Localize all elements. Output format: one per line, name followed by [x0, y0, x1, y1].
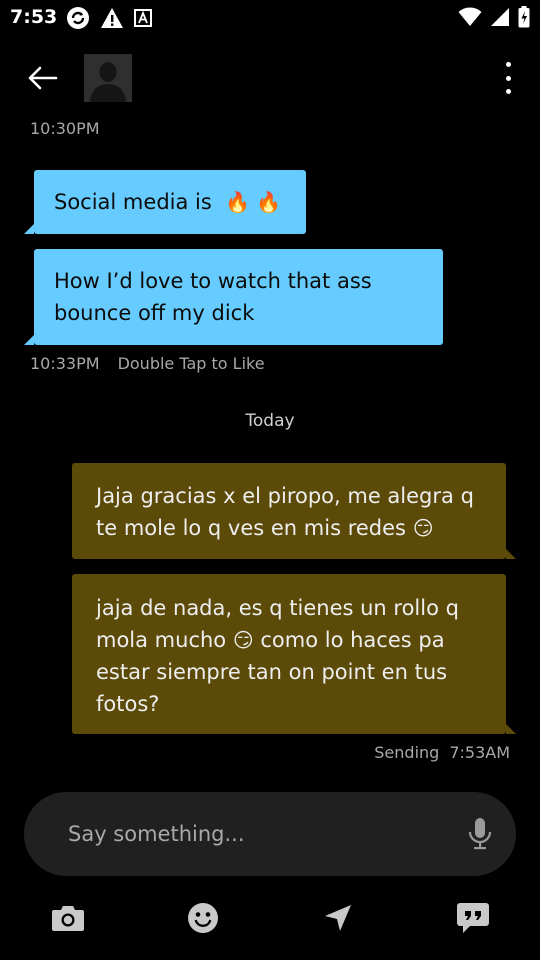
voice-message-button[interactable]: [466, 816, 494, 852]
outgoing-meta: Sending 7:53AM: [374, 743, 510, 762]
status-icons-left: [66, 6, 152, 30]
emoji-icon: [188, 903, 218, 933]
overflow-menu-button[interactable]: [498, 62, 518, 94]
message-text: How I’d love to watch that ass bounce of…: [54, 269, 372, 325]
message-timestamp: 10:33PM: [30, 354, 100, 373]
menu-dot: [505, 89, 511, 94]
back-button[interactable]: [24, 60, 60, 96]
saved-phrases-icon: [457, 903, 489, 933]
back-arrow-icon: [28, 66, 58, 90]
emoji-button[interactable]: [185, 900, 221, 936]
message-timestamp: 10:30PM: [30, 119, 100, 138]
menu-dot: [505, 62, 511, 67]
menu-dot: [505, 75, 511, 81]
message-composer: [24, 792, 516, 876]
double-tap-hint: Double Tap to Like: [117, 354, 265, 373]
camera-button[interactable]: [50, 900, 86, 936]
app-notification-icon: [134, 9, 152, 27]
incoming-meta: 10:33PM Double Tap to Like: [30, 354, 265, 373]
battery-icon: [518, 6, 530, 28]
status-icons-right: [458, 6, 530, 28]
outgoing-message[interactable]: Jaja gracias x el piropo, me alegra q te…: [72, 463, 516, 559]
send-location-icon: [325, 905, 351, 931]
status-time: 7:53: [10, 6, 58, 28]
sync-icon: [67, 7, 89, 29]
send-status: Sending: [374, 743, 440, 762]
warning-icon: [101, 8, 123, 28]
camera-icon: [52, 906, 84, 931]
message-input[interactable]: [66, 821, 450, 847]
fire-emoji: 🔥 🔥: [225, 190, 282, 214]
wifi-icon: [458, 7, 482, 26]
microphone-icon: [468, 818, 492, 850]
day-divider: Today: [245, 411, 295, 431]
send-location-button[interactable]: [320, 900, 356, 936]
smirk-emoji: 😏: [412, 516, 434, 540]
incoming-message[interactable]: Social media is 🔥 🔥: [24, 170, 306, 234]
contact-avatar[interactable]: [84, 54, 132, 102]
message-timestamp: 7:53AM: [449, 743, 510, 762]
message-text: Social media is: [54, 190, 212, 214]
smirk-emoji: 😏: [232, 628, 254, 652]
saved-phrases-button[interactable]: [455, 900, 491, 936]
default-profile-icon: [84, 54, 132, 102]
signal-icon: [491, 8, 509, 26]
incoming-message[interactable]: How I’d love to watch that ass bounce of…: [24, 249, 443, 345]
outgoing-message[interactable]: jaja de nada, es q tienes un rollo q mol…: [72, 574, 516, 734]
